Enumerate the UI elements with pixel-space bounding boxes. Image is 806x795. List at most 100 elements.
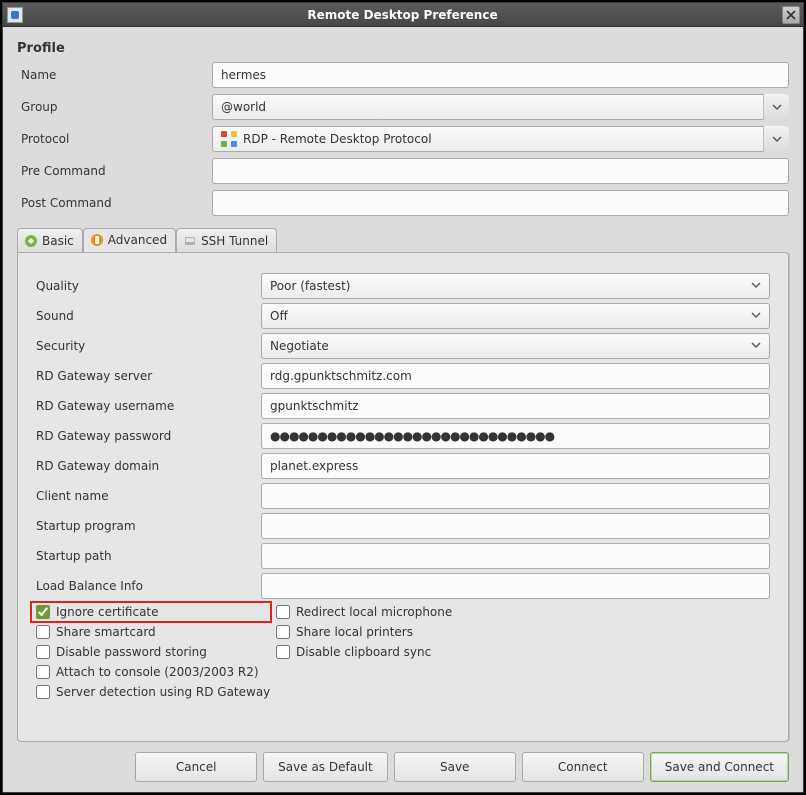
select-sound[interactable]: Off	[261, 303, 770, 329]
profile-form: Name Group @world Protocol	[17, 62, 789, 222]
checkbox-redirect-microphone-label: Redirect local microphone	[296, 605, 452, 619]
input-rd-domain[interactable]	[261, 453, 770, 479]
label-group: Group	[17, 100, 212, 114]
checkbox-disable-password-storing-label: Disable password storing	[56, 645, 207, 659]
label-rd-server: RD Gateway server	[36, 369, 261, 383]
checkbox-disable-password-storing[interactable]: Disable password storing	[36, 645, 266, 659]
input-startup-path[interactable]	[261, 543, 770, 569]
label-client-name: Client name	[36, 489, 261, 503]
input-client-name[interactable]	[261, 483, 770, 509]
ssh-tunnel-tab-icon	[183, 234, 197, 248]
label-name: Name	[17, 68, 212, 82]
checkbox-server-detection[interactable]: Server detection using RD Gateway	[36, 685, 770, 699]
checkbox-share-printers[interactable]: Share local printers	[276, 625, 770, 639]
chevron-down-icon	[772, 102, 782, 112]
window-close-button[interactable]	[782, 6, 800, 24]
row-pre-command: Pre Command	[17, 158, 789, 184]
row-sound: Sound Off	[36, 303, 770, 329]
row-rd-user: RD Gateway username	[36, 393, 770, 419]
label-rd-user: RD Gateway username	[36, 399, 261, 413]
row-protocol: Protocol RDP - Remote Desktop Protocol	[17, 126, 789, 152]
row-rd-pass: RD Gateway password	[36, 423, 770, 449]
row-name: Name	[17, 62, 789, 88]
tab-ssh-tunnel-label: SSH Tunnel	[201, 234, 268, 248]
chevron-down-icon	[751, 279, 761, 293]
content-area: Profile Name Group @world Protocol	[3, 27, 803, 792]
tabstrip: Basic Advanced SSH Tunnel	[17, 228, 789, 252]
label-rd-domain: RD Gateway domain	[36, 459, 261, 473]
chevron-down-icon	[772, 134, 782, 144]
save-and-connect-button[interactable]: Save and Connect	[650, 752, 789, 782]
input-rd-pass[interactable]	[261, 423, 770, 449]
rdp-protocol-icon	[221, 131, 237, 147]
checkbox-disable-clipboard-sync[interactable]: Disable clipboard sync	[276, 645, 770, 659]
checkbox-share-smartcard[interactable]: Share smartcard	[36, 625, 266, 639]
save-button[interactable]: Save	[394, 752, 516, 782]
checkbox-share-smartcard-input[interactable]	[36, 625, 50, 639]
input-pre-command[interactable]	[212, 158, 789, 184]
checkbox-disable-clipboard-sync-input[interactable]	[276, 645, 290, 659]
tabs-frame: Basic Advanced SSH Tunnel Qual	[17, 228, 789, 742]
input-rd-server[interactable]	[261, 363, 770, 389]
input-load-balance[interactable]	[261, 573, 770, 599]
select-quality-value: Poor (fastest)	[270, 279, 350, 293]
row-load-balance: Load Balance Info	[36, 573, 770, 599]
checkbox-server-detection-label: Server detection using RD Gateway	[56, 685, 270, 699]
checkbox-attach-console-label: Attach to console (2003/2003 R2)	[56, 665, 259, 679]
input-post-command[interactable]	[212, 190, 789, 216]
tab-basic[interactable]: Basic	[17, 228, 83, 252]
select-quality[interactable]: Poor (fastest)	[261, 273, 770, 299]
checkbox-disable-password-storing-input[interactable]	[36, 645, 50, 659]
row-post-command: Post Command	[17, 190, 789, 216]
basic-tab-icon	[24, 234, 38, 248]
select-security-value: Negotiate	[270, 339, 329, 353]
connect-button[interactable]: Connect	[522, 752, 644, 782]
checkbox-grid: Ignore certificate Redirect local microp…	[36, 605, 770, 699]
tab-advanced[interactable]: Advanced	[83, 228, 176, 252]
checkbox-share-printers-input[interactable]	[276, 625, 290, 639]
checkbox-redirect-microphone[interactable]: Redirect local microphone	[276, 605, 770, 619]
combo-group-arrow[interactable]	[763, 94, 789, 120]
label-security: Security	[36, 339, 261, 353]
checkbox-attach-console-input[interactable]	[36, 665, 50, 679]
advanced-tab-icon	[90, 233, 104, 247]
select-security[interactable]: Negotiate	[261, 333, 770, 359]
checkbox-share-smartcard-label: Share smartcard	[56, 625, 156, 639]
label-load-balance: Load Balance Info	[36, 579, 261, 593]
combo-protocol-display[interactable]: RDP - Remote Desktop Protocol	[212, 126, 789, 152]
cancel-button[interactable]: Cancel	[135, 752, 257, 782]
tab-advanced-label: Advanced	[108, 233, 167, 247]
input-startup-program[interactable]	[261, 513, 770, 539]
checkbox-ignore-certificate-input[interactable]	[36, 605, 50, 619]
label-quality: Quality	[36, 279, 261, 293]
chevron-down-icon	[751, 309, 761, 323]
titlebar: Remote Desktop Preference	[3, 3, 803, 27]
chevron-down-icon	[751, 339, 761, 353]
combo-group-value: @world	[221, 100, 266, 114]
row-group: Group @world	[17, 94, 789, 120]
row-security: Security Negotiate	[36, 333, 770, 359]
window-title: Remote Desktop Preference	[23, 8, 782, 22]
tab-ssh-tunnel[interactable]: SSH Tunnel	[176, 228, 277, 252]
row-startup-program: Startup program	[36, 513, 770, 539]
combo-protocol[interactable]: RDP - Remote Desktop Protocol	[212, 126, 789, 152]
combo-protocol-arrow[interactable]	[763, 126, 789, 152]
combo-group-display[interactable]: @world	[212, 94, 789, 120]
checkbox-attach-console[interactable]: Attach to console (2003/2003 R2)	[36, 665, 770, 679]
input-rd-user[interactable]	[261, 393, 770, 419]
checkbox-server-detection-input[interactable]	[36, 685, 50, 699]
combo-group[interactable]: @world	[212, 94, 789, 120]
label-pre-command: Pre Command	[17, 164, 212, 178]
profile-section-title: Profile	[17, 41, 789, 56]
checkbox-ignore-certificate[interactable]: Ignore certificate	[30, 601, 272, 623]
label-protocol: Protocol	[17, 132, 212, 146]
row-rd-domain: RD Gateway domain	[36, 453, 770, 479]
checkbox-disable-clipboard-sync-label: Disable clipboard sync	[296, 645, 431, 659]
row-rd-server: RD Gateway server	[36, 363, 770, 389]
label-sound: Sound	[36, 309, 261, 323]
checkbox-redirect-microphone-input[interactable]	[276, 605, 290, 619]
input-name[interactable]	[212, 62, 789, 88]
save-as-default-button[interactable]: Save as Default	[263, 752, 388, 782]
label-startup-path: Startup path	[36, 549, 261, 563]
label-rd-pass: RD Gateway password	[36, 429, 261, 443]
